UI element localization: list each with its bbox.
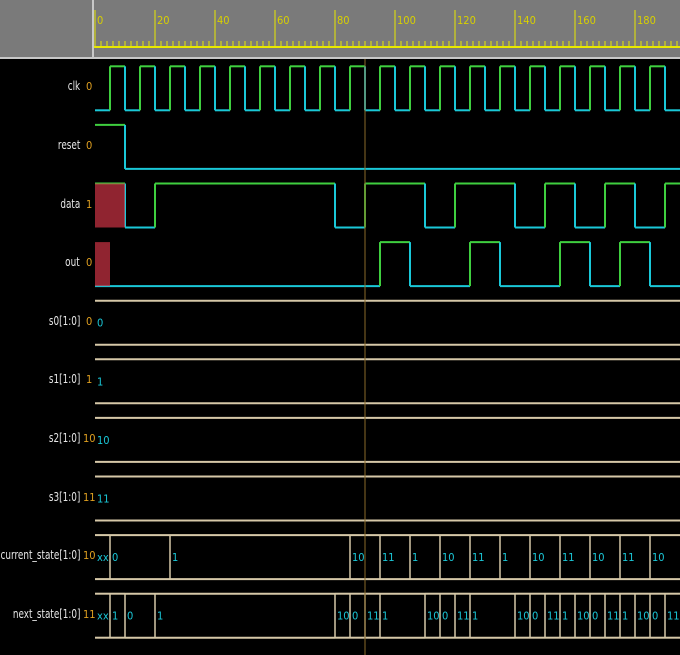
next-state-bus-value-label: 1 bbox=[622, 610, 628, 623]
unknown-value-region bbox=[95, 183, 125, 228]
current-state-bus-value-label: 1 bbox=[172, 551, 178, 564]
s0-bus-value-label: 0 bbox=[97, 317, 103, 330]
next-state-bus-value-label: 1 bbox=[157, 610, 163, 623]
next-state-bus-value-label: 1 bbox=[382, 610, 388, 623]
next-state-bus-value-label: 1 bbox=[112, 610, 118, 623]
unknown-value-region bbox=[95, 242, 110, 287]
next-state-bus-value-label: 0 bbox=[442, 610, 448, 623]
next-state-bus-value-label: 10 bbox=[337, 610, 350, 623]
waveform-canvas[interactable]: 011011xx 0 1 10 11 1 10 11 1 10 11 10 11 10xx 1 0 1 10 0 11… bbox=[0, 0, 680, 655]
next-state-bus-value-label: 0 bbox=[652, 610, 658, 623]
next-state-bus-value-label: 10 bbox=[517, 610, 530, 623]
next-state-bus-value-label: 1 bbox=[562, 610, 568, 623]
next-state-bus-value-label: 11 bbox=[367, 610, 380, 623]
current-state-bus-value-label: 10 bbox=[532, 551, 545, 564]
next-state-bus-value-label: 10 bbox=[427, 610, 440, 623]
current-state-bus-value-label: 10 bbox=[652, 551, 665, 564]
next-state-bus-value-label: 0 bbox=[127, 610, 133, 623]
s2-bus-value-label: 10 bbox=[97, 434, 110, 447]
next-state-bus-value-label: 0 bbox=[592, 610, 598, 623]
next-state-bus-value-label: 1 bbox=[472, 610, 478, 623]
next-state-bus-value-label: xx bbox=[97, 610, 109, 623]
current-state-bus-value-label: 1 bbox=[502, 551, 508, 564]
current-state-bus-value-label: 11 bbox=[472, 551, 485, 564]
next-state-bus-value-label: 11 bbox=[667, 610, 680, 623]
current-state-bus-value-label: xx bbox=[97, 551, 109, 564]
next-state-bus-value-label: 10 bbox=[637, 610, 650, 623]
current-state-bus-value-label: 10 bbox=[352, 551, 365, 564]
next-state-bus-value-label: 0 bbox=[352, 610, 358, 623]
current-state-bus-value-label: 11 bbox=[562, 551, 575, 564]
current-state-bus-value-label: 1 bbox=[412, 551, 418, 564]
current-state-bus-value-label: 10 bbox=[442, 551, 455, 564]
current-state-bus-value-label: 0 bbox=[112, 551, 118, 564]
next-state-bus-value-label: 10 bbox=[577, 610, 590, 623]
next-state-bus-value-label: 11 bbox=[457, 610, 470, 623]
next-state-bus-value-label: 11 bbox=[607, 610, 620, 623]
s1-bus-value-label: 1 bbox=[97, 375, 103, 388]
current-state-bus-value-label: 10 bbox=[592, 551, 605, 564]
s3-bus-value-label: 11 bbox=[97, 493, 110, 506]
next-state-bus-value-label: 0 bbox=[532, 610, 538, 623]
current-state-bus-value-label: 11 bbox=[622, 551, 635, 564]
current-state-bus-value-label: 11 bbox=[382, 551, 395, 564]
next-state-bus-value-label: 11 bbox=[547, 610, 560, 623]
